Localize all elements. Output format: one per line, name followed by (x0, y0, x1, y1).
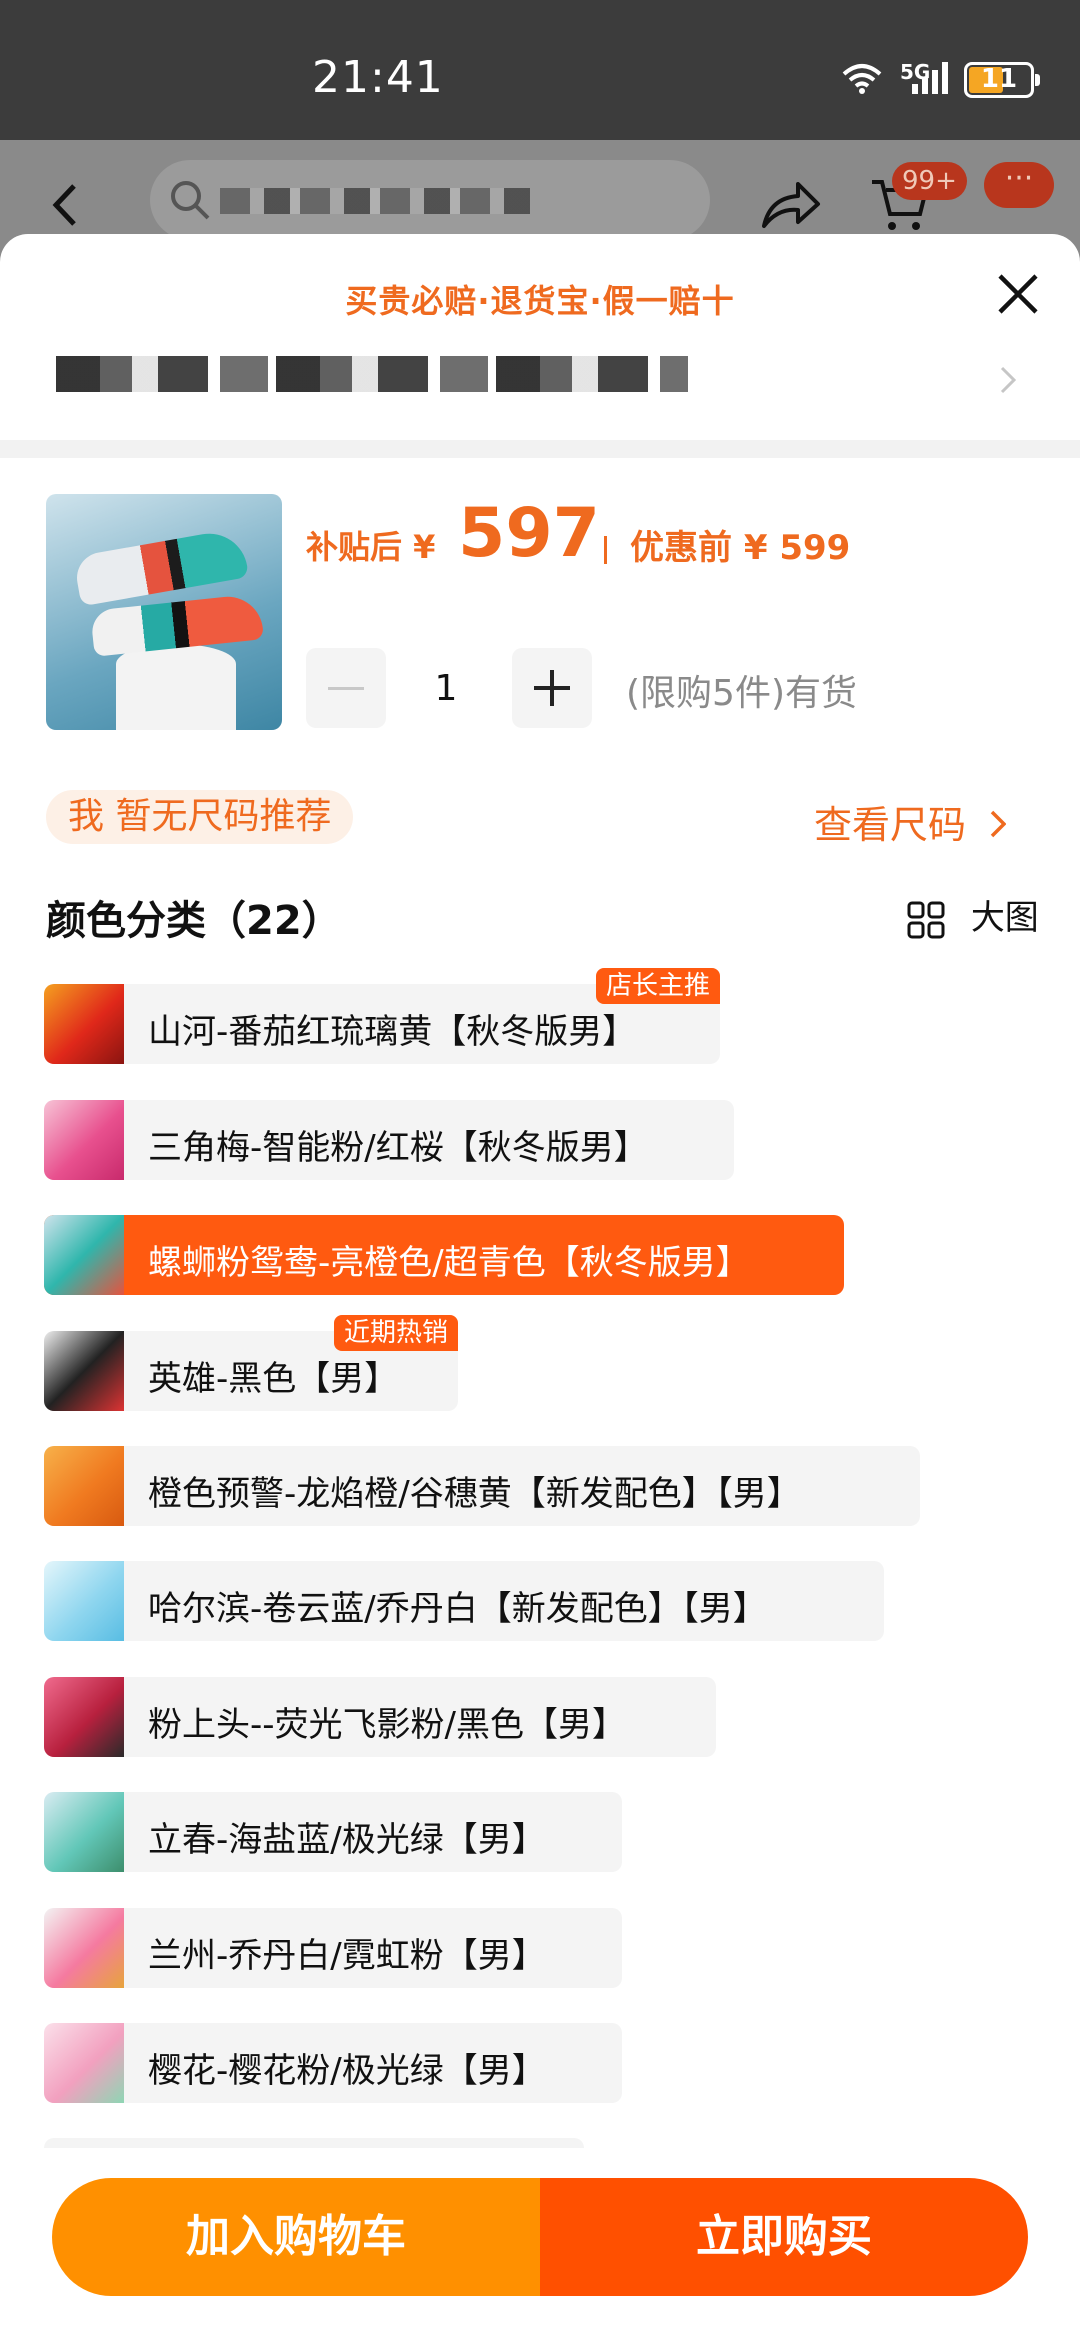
battery-level: 11 (980, 64, 1018, 94)
quantity-value[interactable]: 1 (426, 668, 466, 709)
decrease-quantity-button[interactable] (306, 648, 386, 728)
delivery-address-redacted[interactable] (48, 356, 688, 392)
more-menu-button[interactable]: ··· (984, 162, 1054, 208)
color-option[interactable]: 英雄-黑色【男】 近期热销 (44, 1315, 458, 1411)
color-option-thumbnail (44, 1446, 124, 1526)
color-option-thumbnail (44, 1100, 124, 1180)
color-option-partial (44, 2138, 584, 2148)
color-option-label: 樱花-樱花粉/极光绿【男】 (148, 2051, 546, 2091)
color-option[interactable]: 粉上头--荧光飞影粉/黑色【男】 (44, 1677, 716, 1757)
color-option[interactable]: 山河-番茄红琉璃黄【秋冬版男】 店长主推 (44, 968, 720, 1064)
color-option-label: 三角梅-智能粉/红桜【秋冬版男】 (148, 1128, 648, 1168)
close-icon[interactable] (994, 270, 1042, 318)
search-query-redacted (220, 188, 530, 214)
cart-count-badge: 99+ (892, 162, 967, 200)
color-option-label: 粉上头--荧光飞影粉/黑色【男】 (148, 1705, 626, 1745)
color-option-thumbnail (44, 1331, 124, 1411)
price-separator (604, 536, 607, 564)
color-option-label: 山河-番茄红琉璃黄【秋冬版男】 (148, 1012, 637, 1052)
chevron-right-icon (990, 810, 1007, 838)
share-icon[interactable] (760, 178, 822, 230)
product-thumbnail[interactable] (46, 494, 282, 730)
color-option-thumbnail (44, 1561, 124, 1641)
signal-icon (912, 62, 948, 94)
color-option-thumbnail (44, 1677, 124, 1757)
section-divider (0, 440, 1080, 458)
chevron-right-icon[interactable] (1000, 366, 1016, 394)
action-bar: 加入购物车 立即购买 (52, 2178, 1028, 2296)
color-option-thumbnail (44, 984, 124, 1064)
after-subsidy-label: 补贴后 ¥ (306, 528, 436, 566)
stock-status: (限购5件)有货 (626, 673, 857, 714)
thumbnail-pedestal (116, 644, 236, 730)
increase-quantity-button[interactable] (512, 648, 592, 728)
big-image-label: 大图 (970, 898, 1039, 938)
view-size-chart-label: 查看尺码 (814, 803, 967, 847)
color-section-title: 颜色分类（22） (46, 898, 342, 944)
back-arrow-icon[interactable] (50, 182, 80, 228)
wifi-icon (842, 64, 882, 94)
big-image-toggle[interactable]: 大图 (906, 890, 1039, 940)
color-option-label: 螺蛳粉鸳鸯-亮橙色/超青色【秋冬版男】 (148, 1243, 750, 1283)
color-option-label: 橙色预警-龙焰橙/谷穗黄【新发配色】【男】 (148, 1474, 801, 1514)
color-option-label: 兰州-乔丹白/霓虹粉【男】 (148, 1936, 546, 1976)
search-icon (171, 181, 210, 220)
battery-icon: 11 (964, 62, 1040, 98)
view-size-chart-link[interactable]: 查看尺码 (814, 794, 1007, 849)
color-option[interactable]: 兰州-乔丹白/霓虹粉【男】 (44, 1908, 622, 1988)
color-option-thumbnail (44, 1792, 124, 1872)
grid-icon (907, 901, 945, 938)
color-option-thumbnail (44, 1908, 124, 1988)
color-option-thumbnail (44, 2023, 124, 2103)
color-option-thumbnail (44, 1215, 124, 1295)
color-option[interactable]: 樱花-樱花粉/极光绿【男】 (44, 2023, 622, 2103)
color-option[interactable]: 橙色预警-龙焰橙/谷穗黄【新发配色】【男】 (44, 1446, 920, 1526)
color-option-label: 英雄-黑色【男】 (148, 1359, 399, 1399)
color-option[interactable]: 哈尔滨-卷云蓝/乔丹白【新发配色】【男】 (44, 1561, 884, 1641)
search-bar[interactable] (150, 160, 710, 240)
color-option-label: 立春-海盐蓝/极光绿【男】 (148, 1820, 546, 1860)
add-to-cart-button[interactable]: 加入购物车 (52, 2178, 540, 2296)
guarantee-banner: 买贵必赔·退货宝·假一赔十 (345, 282, 735, 320)
thumbnail-shoe-upper (72, 527, 250, 607)
buy-now-button[interactable]: 立即购买 (540, 2178, 1028, 2296)
store-recommend-badge: 店长主推 (595, 968, 720, 1004)
color-option-selected[interactable]: 螺蛳粉鸳鸯-亮橙色/超青色【秋冬版男】 (44, 1215, 844, 1295)
size-recommendation-tag[interactable]: 我 暂无尺码推荐 (46, 790, 354, 844)
color-option-label: 哈尔滨-卷云蓝/乔丹白【新发配色】【男】 (148, 1589, 767, 1629)
color-option[interactable]: 立春-海盐蓝/极光绿【男】 (44, 1792, 622, 1872)
sku-selector-sheet: 买贵必赔·退货宝·假一赔十 补贴后 ¥ 597 优惠前 ¥ 599 1 (限购5… (0, 234, 1080, 2340)
hot-sale-badge: 近期热销 (333, 1315, 458, 1351)
after-subsidy-price: 597 (458, 494, 600, 573)
thumbnail-shoe-lower (90, 593, 264, 657)
before-discount-price: 优惠前 ¥ 599 (630, 528, 851, 568)
color-option[interactable]: 三角梅-智能粉/红桜【秋冬版男】 (44, 1100, 734, 1180)
status-bar: 21:41 5G 11 (0, 0, 1080, 140)
status-time: 21:41 (312, 52, 444, 103)
